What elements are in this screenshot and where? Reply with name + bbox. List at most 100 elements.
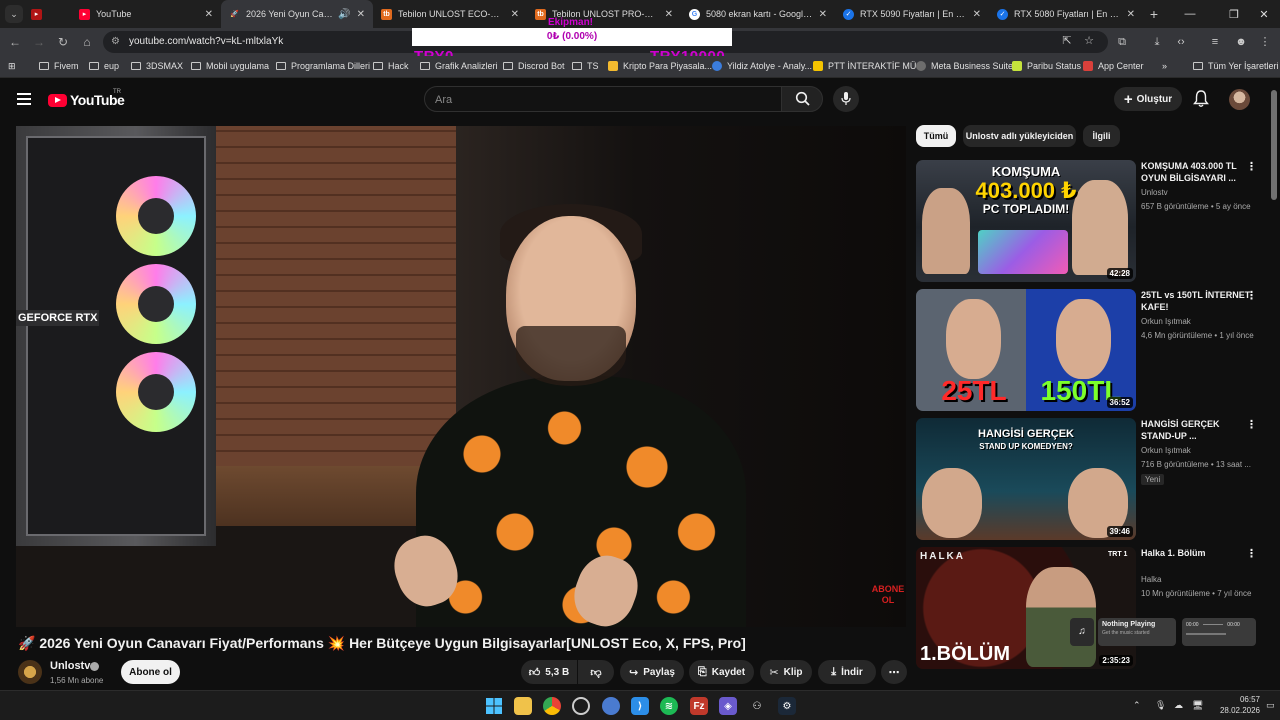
bookmark-folder[interactable]: Fivem: [39, 61, 79, 71]
bookmark-folder[interactable]: 3DSMAX: [131, 61, 183, 71]
bookmark-folder[interactable]: Mobil uygulama: [191, 61, 269, 71]
create-button[interactable]: + Oluştur: [1114, 87, 1182, 111]
onedrive-icon[interactable]: ☁: [1174, 700, 1183, 711]
video-thumbnail[interactable]: HALKA 1.BÖLÜM TRT 1 2:35:23: [916, 547, 1136, 669]
bookmark-folder[interactable]: eup: [89, 61, 119, 71]
bookmark-link[interactable]: Paribu Status: [1012, 61, 1081, 71]
chrome-icon[interactable]: [543, 697, 561, 715]
forward-icon[interactable]: →: [31, 34, 47, 50]
clip-button[interactable]: ✂ Klip: [760, 660, 812, 684]
chip-related[interactable]: İlgili: [1083, 125, 1120, 147]
more-vert-icon[interactable]: ⋮: [1246, 160, 1257, 173]
tab-tebilon-eco[interactable]: tb Tebilon UNLOST ECO-Amd Ry ✕: [373, 0, 527, 28]
more-vert-icon[interactable]: ⋮: [1246, 289, 1257, 302]
bookmark-link[interactable]: App Center: [1083, 61, 1144, 71]
install-app-icon[interactable]: ⇱: [1059, 33, 1075, 49]
more-vert-icon[interactable]: ⋮: [1246, 547, 1257, 560]
reload-icon[interactable]: ↻: [55, 34, 71, 50]
account-avatar[interactable]: [1229, 89, 1250, 110]
recommendation-title[interactable]: 25TL vs 150TL İNTERNET KAFE!: [1141, 289, 1251, 313]
tab-search-button[interactable]: ⌄: [5, 5, 23, 23]
tab-pinned[interactable]: ▸: [23, 0, 71, 28]
back-icon[interactable]: ←: [7, 34, 23, 50]
youtube-logo-icon[interactable]: [48, 94, 67, 107]
recommendation-channel[interactable]: Unlostv: [1141, 188, 1168, 197]
recommendation-item[interactable]: KOMŞUMA 403.000 ₺ PC TOPLADIM! 42:28 KOM…: [916, 160, 1266, 282]
bookmark-link[interactable]: Meta Business Suite: [916, 61, 1013, 71]
tab-youtube[interactable]: ▸ YouTube ✕: [71, 0, 221, 28]
tray-overflow-icon[interactable]: ⌃: [1133, 700, 1141, 711]
recommendation-item[interactable]: HALKA 1.BÖLÜM TRT 1 2:35:23 Halka 1. Böl…: [916, 547, 1266, 669]
channel-name[interactable]: Unlostv: [50, 660, 90, 672]
close-icon[interactable]: ✕: [1127, 9, 1135, 20]
recommendation-title[interactable]: KOMŞUMA 403.000 TL OYUN BİLGİSAYARI ...: [1141, 160, 1251, 184]
close-icon[interactable]: ✕: [205, 9, 213, 20]
search-input[interactable]: Ara: [424, 86, 782, 112]
reading-list-icon[interactable]: ≡: [1207, 34, 1223, 50]
bookmark-link[interactable]: Yildiz Atolye - Analy...: [712, 61, 812, 71]
page-scrollbar[interactable]: [1271, 90, 1277, 200]
speaker-icon[interactable]: 🔊: [338, 9, 350, 20]
recommendation-item[interactable]: 25TL 150TL 36:52 25TL vs 150TL İNTERNET …: [916, 289, 1266, 411]
bookmark-folder[interactable]: Programlama Dilleri: [276, 61, 370, 71]
download-button[interactable]: ⤓ İndir: [818, 660, 876, 684]
bookmarks-more-button[interactable]: »: [1162, 61, 1167, 71]
video-thumbnail[interactable]: KOMŞUMA 403.000 ₺ PC TOPLADIM! 42:28: [916, 160, 1136, 282]
app-icon[interactable]: ⚇: [748, 697, 766, 715]
close-window-button[interactable]: ✕: [1246, 0, 1280, 28]
bookmark-star-icon[interactable]: ☆: [1081, 33, 1097, 49]
recommendation-item[interactable]: HANGİSİ GERÇEK STAND UP KOMEDYEN? 39:46 …: [916, 418, 1266, 540]
minimize-button[interactable]: —: [1172, 0, 1208, 28]
download-icon[interactable]: ⤓: [1149, 34, 1165, 50]
apps-grid-icon[interactable]: ⊞: [8, 61, 16, 72]
system-clock[interactable]: 06:57 28.02.2026: [1210, 694, 1260, 716]
now-playing-widget[interactable]: ♫ Nothing Playing Get the music started …: [1070, 618, 1256, 646]
recommendation-title[interactable]: HANGİSİ GERÇEK STAND-UP ...: [1141, 418, 1251, 442]
windows-start-icon[interactable]: [485, 697, 503, 715]
home-icon[interactable]: ⌂: [79, 34, 95, 50]
tab-rtx5080[interactable]: ✓ RTX 5080 Fiyatları | En Ucuzu ✕: [989, 0, 1143, 28]
tab-rtx5090[interactable]: ✓ RTX 5090 Fiyatları | En Ucuzu ✕: [835, 0, 989, 28]
bookmark-folder[interactable]: Grafik Analizleri: [420, 61, 498, 71]
chip-all[interactable]: Tümü: [916, 125, 956, 147]
dislike-button[interactable]: 👎︎: [578, 660, 614, 684]
share-button[interactable]: ↪ Paylaş: [620, 660, 684, 684]
steam-icon[interactable]: ⚙: [778, 697, 796, 715]
close-icon[interactable]: ✕: [357, 9, 365, 20]
menu-dots-icon[interactable]: ⋮: [1257, 34, 1273, 50]
code-icon[interactable]: ‹›: [1173, 34, 1189, 50]
tab-active-video[interactable]: 🚀 2026 Yeni Oyun Canav 🔊 ✕: [221, 0, 373, 28]
close-icon[interactable]: ✕: [665, 9, 673, 20]
more-vert-icon[interactable]: ⋮: [1246, 418, 1257, 431]
recommendation-channel[interactable]: Halka: [1141, 575, 1161, 584]
vscode-icon[interactable]: ⟩: [631, 697, 649, 715]
notifications-icon[interactable]: ▭: [1266, 700, 1275, 711]
search-button[interactable]: [781, 86, 823, 112]
notifications-bell-icon[interactable]: [1193, 90, 1209, 108]
recommendation-channel[interactable]: Orkun Işıtmak: [1141, 446, 1191, 455]
video-thumbnail[interactable]: 25TL 150TL 36:52: [916, 289, 1136, 411]
site-info-icon[interactable]: ⚙: [111, 36, 120, 47]
like-button[interactable]: 👍︎ 5,3 B: [521, 660, 577, 684]
recommendation-title[interactable]: Halka 1. Bölüm: [1141, 547, 1251, 559]
menu-hamburger-icon[interactable]: [17, 93, 31, 105]
bookmark-folder[interactable]: Discrod Bot: [503, 61, 565, 71]
channel-avatar[interactable]: [18, 660, 42, 684]
network-icon[interactable]: 🖥︎: [1192, 700, 1203, 711]
bookmark-link[interactable]: Kripto Para Piyasala...: [608, 61, 712, 71]
video-thumbnail[interactable]: HANGİSİ GERÇEK STAND UP KOMEDYEN? 39:46: [916, 418, 1136, 540]
chip-uploader[interactable]: Unlostv adlı yükleyiciden: [963, 125, 1076, 147]
recommendation-channel[interactable]: Orkun Işıtmak: [1141, 317, 1191, 326]
all-bookmarks-folder[interactable]: Tüm Yer İşaretleri: [1193, 61, 1279, 71]
close-icon[interactable]: ✕: [819, 9, 827, 20]
voice-search-button[interactable]: [833, 86, 859, 112]
video-player[interactable]: GEFORCE RTX ABONE OL: [16, 126, 906, 627]
extensions-icon[interactable]: ⧉: [1114, 34, 1130, 50]
profile-extension-icon[interactable]: ☻: [1233, 34, 1249, 50]
new-tab-button[interactable]: +: [1143, 6, 1165, 22]
tab-google[interactable]: G 5080 ekran kartı - Google'da A ✕: [681, 0, 835, 28]
bookmark-folder[interactable]: TS: [572, 61, 599, 71]
subscribe-button[interactable]: Abone ol: [121, 660, 180, 684]
file-explorer-icon[interactable]: [514, 697, 532, 715]
app-icon[interactable]: [602, 697, 620, 715]
